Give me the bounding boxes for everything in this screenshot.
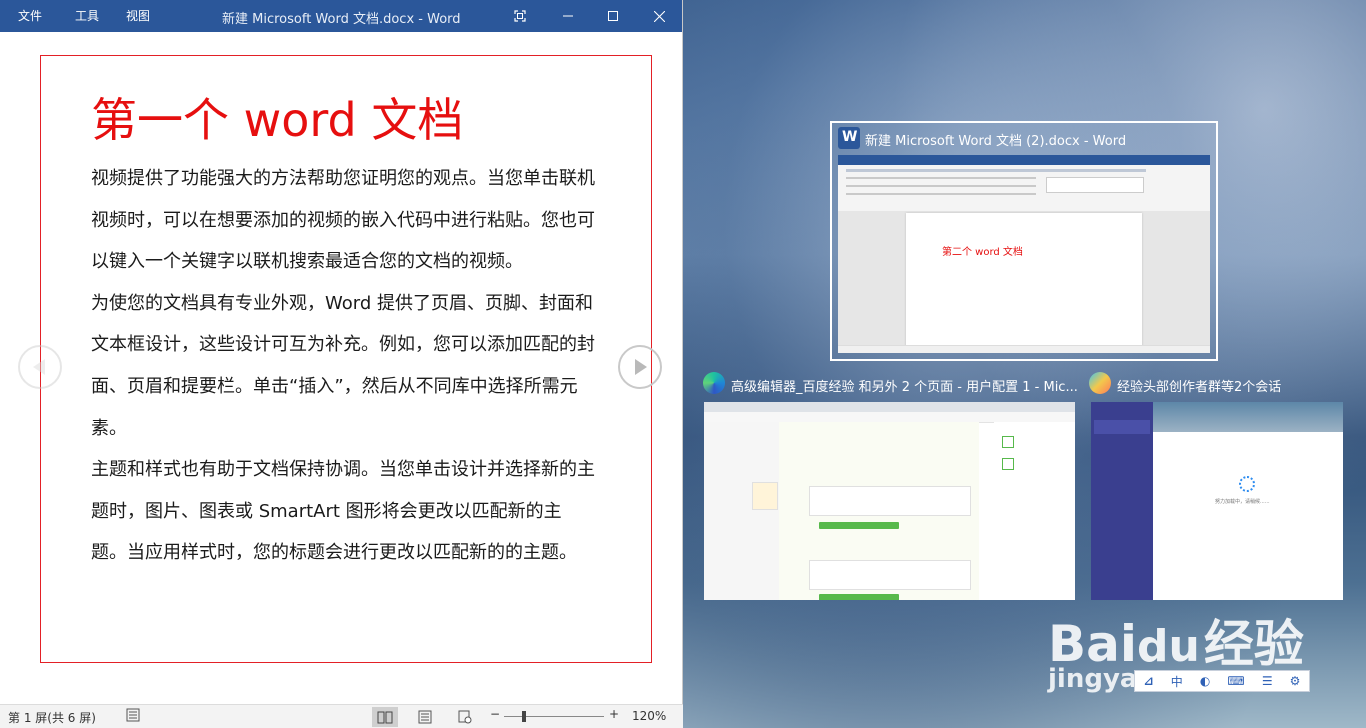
ime-language-toggle[interactable]: 中 bbox=[1171, 673, 1183, 690]
browser-tabs bbox=[704, 402, 1075, 412]
chat-thumbnail[interactable]: 努力加载中，请稍候...... bbox=[1091, 402, 1343, 600]
loading-spinner-icon bbox=[1239, 476, 1255, 492]
word-window: 文件 工具 视图 新建 Microsoft Word 文档.docx - Wor… bbox=[0, 0, 683, 728]
ribbon-row bbox=[846, 185, 1036, 187]
book-icon bbox=[377, 711, 393, 723]
ime-settings-icon[interactable]: ⚙ bbox=[1290, 674, 1301, 688]
page-indicator: 第 1 屏(共 6 屏) bbox=[8, 711, 96, 725]
close-icon bbox=[653, 10, 665, 22]
maximize-button[interactable] bbox=[590, 0, 636, 32]
baidu-watermark-sub: jingya bbox=[1048, 664, 1138, 694]
editor-right-panel bbox=[994, 422, 1075, 600]
word-count-icon[interactable] bbox=[126, 708, 140, 725]
menu-view[interactable]: 视图 bbox=[126, 7, 150, 24]
loading-text: 努力加载中，请稍候...... bbox=[1215, 499, 1270, 505]
word-app-icon: W bbox=[838, 127, 860, 149]
ime-toolbar: ⊿ 中 ◐ ⌨ ☰ ⚙ bbox=[1134, 670, 1310, 692]
page-icon bbox=[418, 710, 432, 724]
ime-punctuation-icon[interactable]: ◐ bbox=[1200, 674, 1210, 688]
document-page: 第一个 word 文档 视频提供了功能强大的方法帮助您证明您的观点。当您单击联机… bbox=[40, 55, 652, 663]
watermark-brand-suffix: 经验 bbox=[1203, 615, 1304, 673]
minimize-icon bbox=[563, 15, 573, 17]
ribbon-row bbox=[846, 177, 1036, 179]
document-heading: 第一个 word 文档 bbox=[91, 93, 464, 147]
next-screen-button[interactable] bbox=[618, 345, 662, 389]
zoom-in-button[interactable]: + bbox=[609, 707, 619, 721]
status-bar: 第 1 屏(共 6 屏) − + 120% bbox=[0, 704, 683, 728]
green-button bbox=[859, 522, 899, 529]
task-word-title[interactable]: 新建 Microsoft Word 文档 (2).docx - Word bbox=[865, 130, 1126, 149]
fullscreen-icon bbox=[514, 10, 526, 22]
close-button[interactable] bbox=[636, 0, 682, 32]
editor-step-box bbox=[809, 560, 971, 590]
minimize-button[interactable] bbox=[545, 0, 591, 32]
editor-left-panel bbox=[704, 422, 779, 600]
mini-doc-text: 第二个 word 文档 bbox=[942, 247, 1023, 258]
tab-strip bbox=[846, 169, 1146, 172]
edge-app-icon bbox=[703, 372, 725, 394]
document-area: 第二个 word 文档 bbox=[838, 211, 1210, 351]
paragraph: 视频提供了功能强大的方法帮助您证明您的观点。当您单击联机视频时，可以在想要添加的… bbox=[91, 168, 595, 273]
read-mode-button[interactable] bbox=[372, 707, 398, 727]
document-body: 视频提供了功能强大的方法帮助您证明您的观点。当您单击联机视频时，可以在想要添加的… bbox=[91, 158, 596, 574]
style-gallery bbox=[1046, 177, 1144, 193]
window-title: 新建 Microsoft Word 文档.docx - Word bbox=[222, 12, 461, 27]
ime-menu-icon[interactable]: ☰ bbox=[1262, 674, 1273, 688]
web-layout-button[interactable] bbox=[452, 707, 478, 727]
word-thumbnail[interactable]: 第二个 word 文档 bbox=[838, 155, 1210, 353]
title-bar: 文件 工具 视图 新建 Microsoft Word 文档.docx - Wor… bbox=[0, 0, 682, 32]
fullscreen-button[interactable] bbox=[497, 0, 543, 32]
maximize-icon bbox=[608, 11, 618, 21]
chat-app-icon bbox=[1089, 372, 1111, 394]
paw-icon: du bbox=[1137, 621, 1200, 672]
editor-step-box bbox=[809, 486, 971, 516]
ime-keyboard-icon[interactable]: ⌨ bbox=[1227, 674, 1244, 688]
chat-list-item bbox=[1094, 420, 1150, 434]
task-chat-title[interactable]: 经验头部创作者群等2个会话 bbox=[1117, 376, 1281, 395]
web-layout-icon bbox=[458, 710, 472, 724]
ribbon bbox=[838, 155, 1210, 212]
ribbon-row bbox=[846, 193, 1036, 195]
thumb-titlebar bbox=[838, 155, 1210, 165]
zoom-level[interactable]: 120% bbox=[632, 709, 666, 723]
task-edge-title[interactable]: 高级编辑器_百度经验 和另外 2 个页面 - 用户配置 1 - Mic... bbox=[731, 376, 1078, 395]
mini-page: 第二个 word 文档 bbox=[906, 213, 1142, 347]
print-layout-button[interactable] bbox=[412, 707, 438, 727]
edge-thumbnail[interactable] bbox=[704, 402, 1075, 600]
side-tool-icon bbox=[1002, 458, 1014, 470]
paragraph: 主题和样式也有助于文档保持协调。当您单击设计并选择新的主题时，图片、图表或 Sm… bbox=[91, 459, 595, 564]
left-card bbox=[752, 482, 778, 510]
zoom-slider[interactable] bbox=[504, 711, 604, 722]
arrow-right-icon bbox=[635, 359, 647, 375]
menu-tools[interactable]: 工具 bbox=[75, 7, 99, 24]
arrow-left-icon bbox=[33, 359, 45, 375]
green-button bbox=[859, 594, 899, 600]
chat-sidebar bbox=[1091, 402, 1153, 600]
previous-screen-button[interactable] bbox=[18, 345, 62, 389]
zoom-out-button[interactable]: − bbox=[490, 707, 500, 721]
thumb-status bbox=[838, 345, 1210, 353]
menu-file[interactable]: 文件 bbox=[18, 7, 42, 24]
side-tool-icon bbox=[1002, 436, 1014, 448]
zoom-slider-thumb[interactable] bbox=[522, 711, 526, 722]
chat-list-item bbox=[1094, 438, 1150, 450]
ime-logo-icon[interactable]: ⊿ bbox=[1144, 674, 1154, 688]
chat-header bbox=[1153, 402, 1343, 432]
editor-main bbox=[779, 422, 979, 600]
paragraph: 为使您的文档具有专业外观，Word 提供了页眉、页脚、封面和文本框设计，这些设计… bbox=[91, 292, 595, 439]
